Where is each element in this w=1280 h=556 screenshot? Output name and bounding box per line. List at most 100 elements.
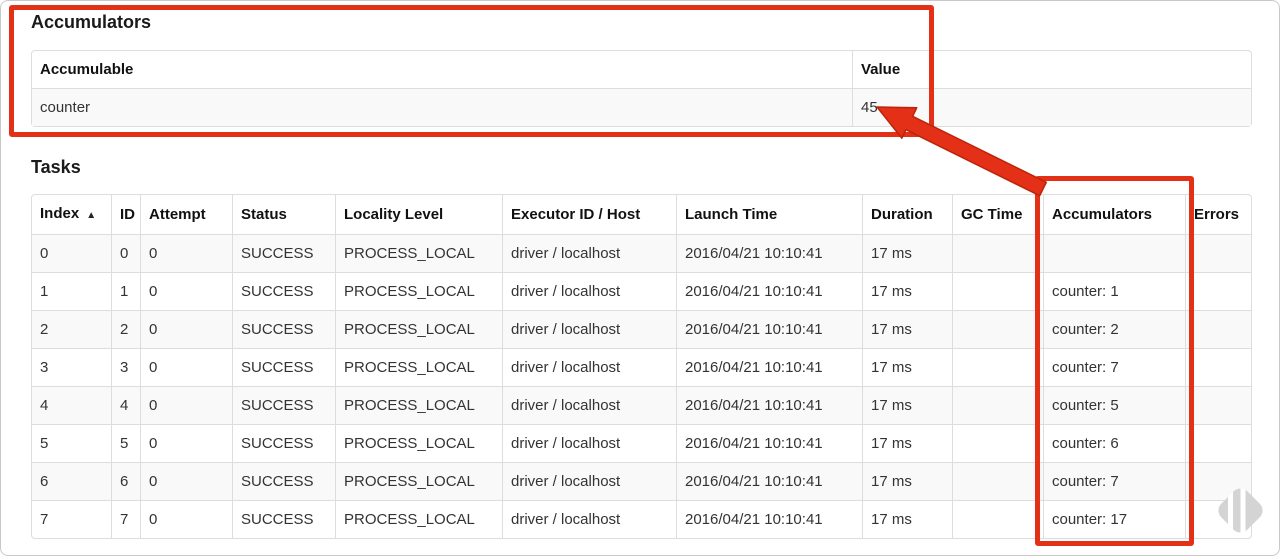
tasks-column-header-duration[interactable]: Duration	[862, 195, 952, 234]
accumulable-name-cell: counter	[32, 88, 852, 126]
task-cell: SUCCESS	[232, 272, 335, 310]
task-cell	[952, 500, 1043, 538]
task-cell: SUCCESS	[232, 234, 335, 272]
task-cell: 17 ms	[862, 348, 952, 386]
column-header-label: Duration	[871, 206, 933, 223]
tasks-column-header-attempt[interactable]: Attempt	[140, 195, 232, 234]
task-cell: 3	[32, 348, 111, 386]
task-cell: 17 ms	[862, 462, 952, 500]
task-cell: 2016/04/21 10:10:41	[676, 272, 862, 310]
tasks-column-header-id[interactable]: ID	[111, 195, 140, 234]
task-cell	[952, 234, 1043, 272]
task-cell: 5	[111, 424, 140, 462]
task-cell: driver / localhost	[502, 272, 676, 310]
tasks-column-header-executor-id-host[interactable]: Executor ID / Host	[502, 195, 676, 234]
task-cell	[1185, 386, 1251, 424]
value-column-header: Value	[852, 51, 1251, 88]
column-header-label: Index	[40, 205, 80, 222]
task-cell	[952, 424, 1043, 462]
task-cell: driver / localhost	[502, 462, 676, 500]
tasks-table-body: 0 0 0 SUCCESS PROCESS_LOCAL driver / localhos…	[32, 234, 1251, 538]
task-cell: driver / localhost	[502, 310, 676, 348]
task-cell: 17 ms	[862, 272, 952, 310]
task-cell: counter: 5	[1043, 386, 1185, 424]
task-cell: SUCCESS	[232, 500, 335, 538]
table-row: 6 6 0 SUCCESS PROCESS_LOCAL driver / localhos…	[32, 462, 1251, 500]
task-cell: PROCESS_LOCAL	[335, 272, 502, 310]
tasks-column-header-status[interactable]: Status	[232, 195, 335, 234]
task-cell	[1185, 348, 1251, 386]
column-header-label: Locality Level	[344, 206, 444, 223]
task-cell: PROCESS_LOCAL	[335, 348, 502, 386]
table-row: 4 4 0 SUCCESS PROCESS_LOCAL driver / localhos…	[32, 386, 1251, 424]
task-cell: 0	[140, 500, 232, 538]
column-header-label: Launch Time	[685, 206, 778, 223]
table-row: 1 1 0 SUCCESS PROCESS_LOCAL driver / localhos…	[32, 272, 1251, 310]
task-cell: PROCESS_LOCAL	[335, 500, 502, 538]
task-cell: 0	[140, 386, 232, 424]
task-cell: 17 ms	[862, 310, 952, 348]
task-cell: counter: 7	[1043, 462, 1185, 500]
column-header-label: Accumulators	[1052, 206, 1153, 223]
task-cell	[952, 462, 1043, 500]
task-cell: 17 ms	[862, 424, 952, 462]
task-cell: 2016/04/21 10:10:41	[676, 386, 862, 424]
task-cell: 4	[111, 386, 140, 424]
task-cell: SUCCESS	[232, 462, 335, 500]
task-cell: 0	[140, 272, 232, 310]
task-cell: PROCESS_LOCAL	[335, 386, 502, 424]
tasks-column-header-locality-level[interactable]: Locality Level	[335, 195, 502, 234]
tasks-column-header-index[interactable]: Index ▲	[32, 195, 111, 234]
task-cell: 5	[32, 424, 111, 462]
task-cell: driver / localhost	[502, 386, 676, 424]
task-cell	[952, 348, 1043, 386]
task-cell: 1	[32, 272, 111, 310]
task-cell: SUCCESS	[232, 386, 335, 424]
task-cell: PROCESS_LOCAL	[335, 310, 502, 348]
task-cell: counter: 17	[1043, 500, 1185, 538]
task-cell: 2016/04/21 10:10:41	[676, 500, 862, 538]
task-cell: 2016/04/21 10:10:41	[676, 462, 862, 500]
task-cell	[1185, 234, 1251, 272]
tasks-column-header-launch-time[interactable]: Launch Time	[676, 195, 862, 234]
task-cell: 0	[32, 234, 111, 272]
task-cell: 2016/04/21 10:10:41	[676, 310, 862, 348]
task-cell	[1185, 310, 1251, 348]
task-cell: 2	[32, 310, 111, 348]
column-header-label: Status	[241, 206, 287, 223]
task-cell	[1185, 272, 1251, 310]
task-cell: 1	[111, 272, 140, 310]
accumulators-header-row: Accumulable Value	[32, 51, 1251, 88]
accumulators-table: Accumulable Value counter 45	[31, 50, 1252, 127]
task-cell: 0	[140, 348, 232, 386]
task-cell: driver / localhost	[502, 234, 676, 272]
table-row: 3 3 0 SUCCESS PROCESS_LOCAL driver / localhos…	[32, 348, 1251, 386]
task-cell	[952, 386, 1043, 424]
task-cell: driver / localhost	[502, 348, 676, 386]
task-cell: 17 ms	[862, 386, 952, 424]
column-header-label: Executor ID / Host	[511, 206, 641, 223]
tasks-column-header-errors[interactable]: Errors	[1185, 195, 1251, 234]
task-cell: SUCCESS	[232, 424, 335, 462]
task-cell: 4	[32, 386, 111, 424]
tasks-header-row: Index ▲ ID Attempt Status Locality Level Execu…	[32, 195, 1251, 234]
task-cell: 2016/04/21 10:10:41	[676, 234, 862, 272]
sort-ascending-icon: ▲	[86, 210, 97, 221]
task-cell: counter: 1	[1043, 272, 1185, 310]
task-cell: 2016/04/21 10:10:41	[676, 424, 862, 462]
task-cell	[1185, 424, 1251, 462]
task-cell	[1043, 234, 1185, 272]
task-cell: 7	[111, 500, 140, 538]
task-cell: PROCESS_LOCAL	[335, 462, 502, 500]
column-header-label: ID	[120, 206, 135, 223]
table-row: 0 0 0 SUCCESS PROCESS_LOCAL driver / localhos…	[32, 234, 1251, 272]
task-cell: 2	[111, 310, 140, 348]
tasks-column-header-accumulators[interactable]: Accumulators	[1043, 195, 1185, 234]
table-row: 5 5 0 SUCCESS PROCESS_LOCAL driver / localhos…	[32, 424, 1251, 462]
tasks-column-header-gc-time[interactable]: GC Time	[952, 195, 1043, 234]
task-cell: counter: 6	[1043, 424, 1185, 462]
task-cell: 3	[111, 348, 140, 386]
task-cell: driver / localhost	[502, 424, 676, 462]
tasks-table: Index ▲ ID Attempt Status Locality Level Execu…	[31, 194, 1252, 539]
task-cell: 0	[140, 310, 232, 348]
